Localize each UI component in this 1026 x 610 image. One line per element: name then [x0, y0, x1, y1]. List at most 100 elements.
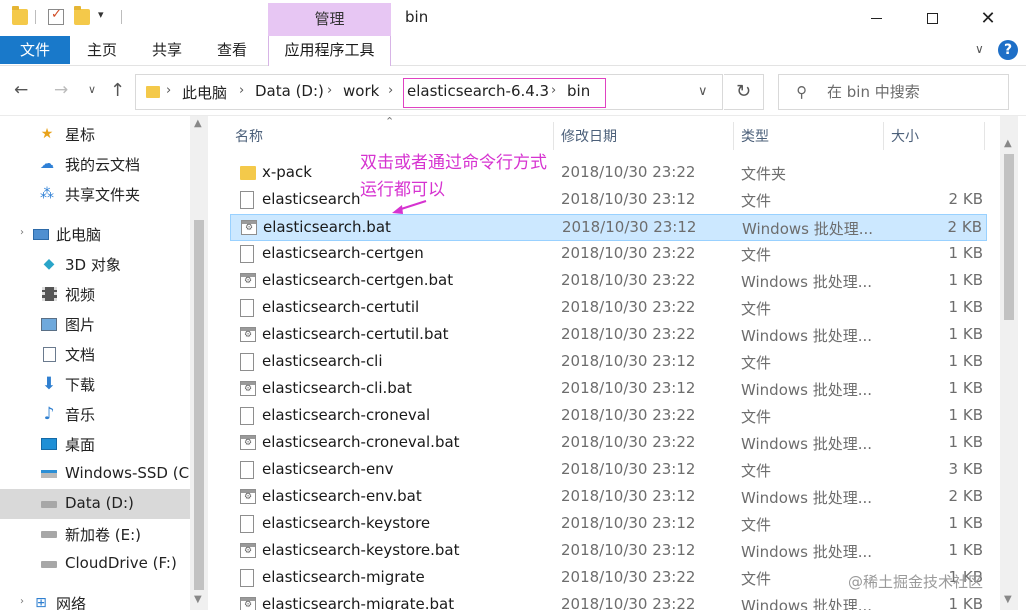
file-row[interactable]: elasticsearch.bat 2018/10/30 23:12 Windows… [230, 214, 987, 241]
column-divider[interactable] [984, 122, 985, 150]
file-size: 1 KB [948, 352, 983, 370]
nav-item-shared-folders[interactable]: ⁂ 共享文件夹 [0, 179, 190, 209]
nav-item-volume-e[interactable]: 新加卷 (E:) [0, 519, 190, 549]
nav-item-cloud-docs[interactable]: ☁ 我的云文档 [0, 149, 190, 179]
breadcrumb-chevron-icon[interactable]: › [166, 83, 171, 98]
file-modified-date: 2018/10/30 23:12 [561, 379, 696, 397]
forward-arrow-icon[interactable]: → [54, 80, 68, 100]
tab-share[interactable]: 共享 [152, 36, 182, 64]
file-row[interactable]: elasticsearch-croneval.bat 2018/10/30 23:… [230, 430, 987, 457]
nav-item-label: Data (D:) [65, 494, 134, 512]
scroll-up-arrow-icon[interactable]: ▲ [194, 118, 202, 129]
file-modified-date: 2018/10/30 23:22 [561, 298, 696, 316]
help-icon[interactable]: ? [998, 40, 1018, 60]
nav-item-music[interactable]: ♪ 音乐 [0, 399, 190, 429]
back-arrow-icon[interactable]: ← [14, 80, 28, 100]
scroll-up-arrow-icon[interactable]: ▲ [1004, 138, 1012, 149]
nav-item-data-d[interactable]: Data (D:) [0, 489, 190, 519]
file-type: 文件 [741, 462, 772, 480]
collapse-chevron-icon[interactable]: › [20, 227, 24, 238]
breadcrumb-chevron-icon[interactable]: › [388, 83, 393, 98]
annotation-arrow-icon [392, 200, 427, 214]
file-size: 2 KB [948, 487, 983, 505]
column-size-header[interactable]: 大小 [891, 126, 919, 146]
file-row[interactable]: elasticsearch-croneval 2018/10/30 23:22 文件… [230, 403, 987, 430]
file-type: 文件 [741, 570, 772, 588]
breadcrumb-chevron-icon[interactable]: › [327, 83, 332, 98]
maximize-button[interactable] [904, 0, 960, 36]
file-list-scrollbar[interactable]: ▲ ▼ [1000, 116, 1018, 610]
column-date-header[interactable]: 修改日期 [561, 126, 617, 146]
file-row[interactable]: elasticsearch-keystore.bat 2018/10/30 23:… [230, 538, 987, 565]
minimize-button[interactable] [848, 0, 904, 36]
batch-file-icon [240, 597, 256, 610]
breadcrumb-work[interactable]: work [343, 82, 379, 100]
file-row[interactable]: x-pack 2018/10/30 23:22 文件夹 [230, 160, 987, 187]
search-input[interactable] [827, 83, 997, 101]
up-arrow-icon[interactable]: ↑ [110, 80, 125, 101]
tab-file[interactable]: 文件 [0, 36, 70, 64]
file-row[interactable]: elasticsearch-migrate.bat 2018/10/30 23:2… [230, 592, 987, 610]
breadcrumb-this-pc[interactable]: 此电脑 [182, 82, 227, 103]
nav-item-videos[interactable]: 视频 [0, 279, 190, 309]
column-divider[interactable] [883, 122, 884, 150]
breadcrumb-bin[interactable]: bin [567, 82, 590, 100]
nav-item-star[interactable]: ★ 星标 [0, 119, 190, 149]
nav-item-windows-ssd[interactable]: Windows-SSD (C: [0, 459, 194, 489]
nav-item-3d-objects[interactable]: ◆ 3D 对象 [0, 249, 190, 279]
search-box[interactable]: ⚲ [778, 74, 1009, 110]
file-modified-date: 2018/10/30 23:12 [562, 218, 697, 236]
quick-access-dropdown-icon[interactable]: ▾ [98, 8, 104, 21]
file-row[interactable]: elasticsearch-certutil 2018/10/30 23:22 文件… [230, 295, 987, 322]
file-row[interactable]: elasticsearch-certgen.bat 2018/10/30 23:2… [230, 268, 987, 295]
file-row[interactable]: elasticsearch-certgen 2018/10/30 23:22 文件 1… [230, 241, 987, 268]
folder-icon[interactable] [12, 6, 28, 25]
nav-pane-scrollbar[interactable]: ▲ ▼ [190, 116, 208, 610]
close-button[interactable]: ✕ [960, 0, 1016, 36]
annotation-line: 运行都可以 [360, 180, 445, 200]
file-icon [240, 353, 254, 371]
scroll-down-arrow-icon[interactable]: ▼ [1004, 594, 1012, 605]
sort-ascending-icon: ⌃ [385, 116, 395, 128]
file-row[interactable]: elasticsearch-cli.bat 2018/10/30 23:12 Win… [230, 376, 987, 403]
file-icon [240, 407, 254, 425]
expand-chevron-icon[interactable]: › [20, 596, 24, 607]
file-row[interactable]: elasticsearch 2018/10/30 23:12 文件 2 KB [230, 187, 987, 214]
file-row[interactable]: elasticsearch-env.bat 2018/10/30 23:12 Win… [230, 484, 987, 511]
breadcrumb-data-d[interactable]: Data (D:) [255, 82, 324, 100]
file-size: 1 KB [948, 325, 983, 343]
refresh-button[interactable]: ↻ [724, 74, 764, 110]
nav-item-desktop[interactable]: 桌面 [0, 429, 190, 459]
nav-item-pictures[interactable]: 图片 [0, 309, 190, 339]
address-bar[interactable]: › 此电脑 › Data (D:) › work › elasticsearch… [135, 74, 723, 110]
nav-item-documents[interactable]: 文档 [0, 339, 190, 369]
scrollbar-thumb[interactable] [194, 220, 204, 590]
scroll-down-arrow-icon[interactable]: ▼ [194, 594, 202, 605]
nav-item-downloads[interactable]: ⬇ 下载 [0, 369, 190, 399]
breadcrumb-elasticsearch[interactable]: elasticsearch-6.4.3 [407, 82, 549, 100]
new-folder-icon[interactable] [74, 6, 90, 25]
properties-icon[interactable] [48, 7, 64, 25]
tab-view[interactable]: 查看 [217, 36, 247, 64]
file-row[interactable]: elasticsearch-keystore 2018/10/30 23:12 文件… [230, 511, 987, 538]
column-name-header[interactable]: 名称 [235, 126, 263, 146]
ribbon-expand-icon[interactable]: ∨ [975, 42, 984, 56]
address-dropdown-icon[interactable]: ∨ [698, 84, 708, 99]
breadcrumb-chevron-icon[interactable]: › [239, 83, 244, 98]
tab-home[interactable]: 主页 [87, 36, 117, 64]
breadcrumb-chevron-icon[interactable]: › [551, 83, 556, 98]
file-row[interactable]: elasticsearch-env 2018/10/30 23:12 文件 3 KB [230, 457, 987, 484]
column-divider[interactable] [733, 122, 734, 150]
nav-item-this-pc[interactable]: › 此电脑 [0, 219, 190, 249]
column-divider[interactable] [553, 122, 554, 150]
tab-application-tools[interactable]: 应用程序工具 [268, 36, 391, 66]
column-type-header[interactable]: 类型 [741, 126, 769, 146]
nav-item-network[interactable]: › ⊞ 网络 [0, 588, 190, 610]
batch-file-icon [240, 327, 256, 342]
scrollbar-thumb[interactable] [1004, 154, 1014, 320]
file-row[interactable]: elasticsearch-certutil.bat 2018/10/30 23:… [230, 322, 987, 349]
file-row[interactable]: elasticsearch-cli 2018/10/30 23:12 文件 1 KB [230, 349, 987, 376]
file-modified-date: 2018/10/30 23:22 [561, 163, 696, 181]
recent-locations-chevron-icon[interactable]: ∨ [88, 83, 96, 96]
nav-item-clouddrive-f[interactable]: CloudDrive (F:) [0, 549, 190, 579]
